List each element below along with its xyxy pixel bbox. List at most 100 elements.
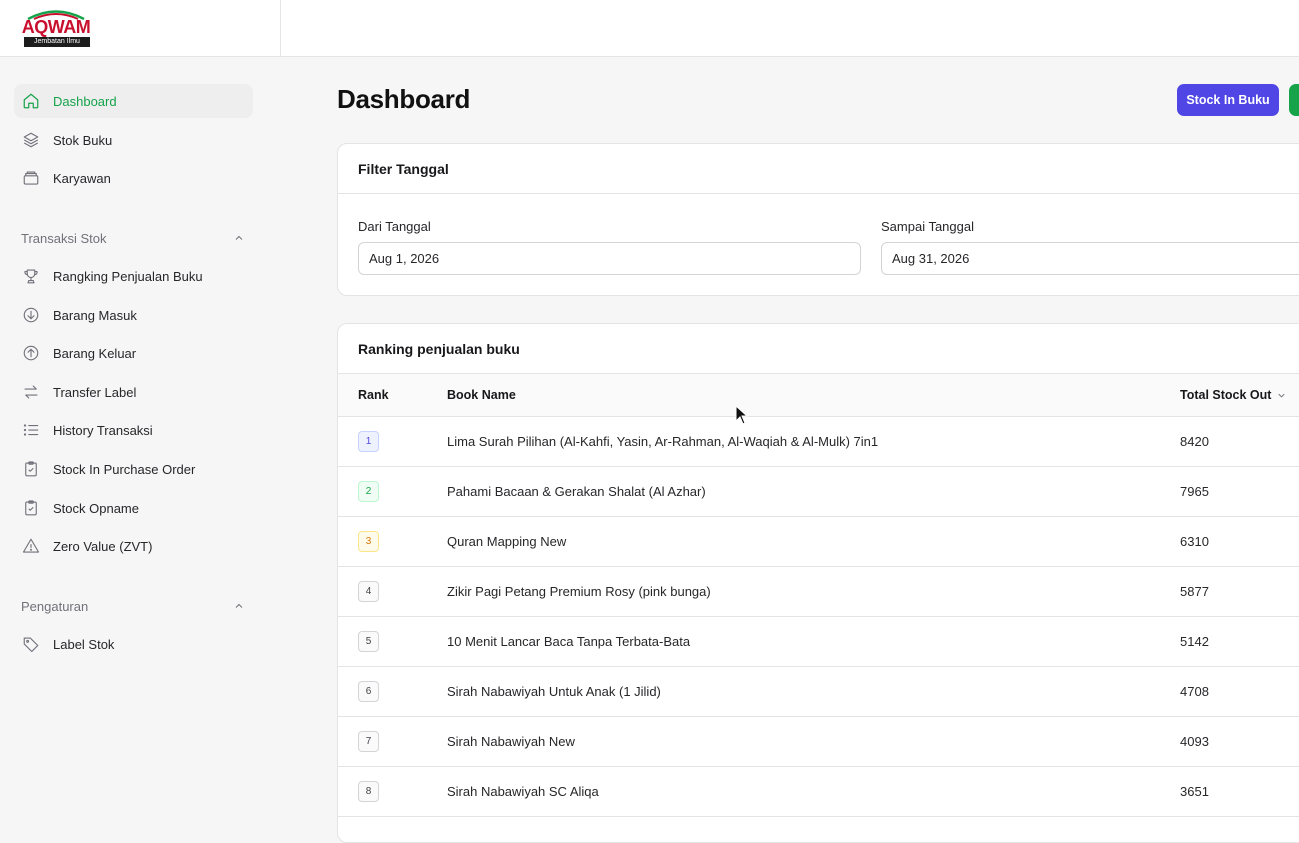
sidebar-item-label: Transfer Label <box>53 384 137 400</box>
from-date-input[interactable] <box>358 242 861 275</box>
layers-icon <box>22 131 40 149</box>
rank-badge: 1 <box>358 431 379 452</box>
total-stock-out-cell: 5877 <box>1180 584 1209 599</box>
sidebar-item-label: Karyawan <box>53 170 111 186</box>
tag-icon <box>22 635 40 653</box>
book-name-cell: Pahami Bacaan & Gerakan Shalat (Al Azhar… <box>447 484 706 499</box>
filter-card-title: Filter Tanggal <box>358 161 449 177</box>
stock-in-buku-button[interactable]: Stock In Buku <box>1177 84 1279 116</box>
table-row[interactable]: 6 Sirah Nabawiyah Untuk Anak (1 Jilid) 4… <box>338 667 1299 717</box>
sidebar-item-label: History Transaksi <box>53 422 153 438</box>
book-name-cell: Sirah Nabawiyah New <box>447 734 575 749</box>
page-title: Dashboard <box>337 84 471 114</box>
total-stock-out-cell: 6310 <box>1180 534 1209 549</box>
rank-badge: 3 <box>358 531 379 552</box>
total-stock-out-cell: 4708 <box>1180 684 1209 699</box>
section-pengaturan-toggle[interactable]: Pengaturan <box>21 596 245 616</box>
brand-area: AQWAM Jembatan Ilmu <box>0 0 281 56</box>
section-title: Transaksi Stok <box>21 230 107 246</box>
filter-card: Filter Tanggal Dari Tanggal Sampai Tangg… <box>337 143 1299 296</box>
sidebar-item-stock-in-purchase-order[interactable]: Stock In Purchase Order <box>14 452 253 486</box>
warning-icon <box>22 537 40 555</box>
column-header-rank: Rank <box>358 388 389 402</box>
sidebar: Dashboard Stok Buku Karyawan Transaksi S… <box>0 57 281 812</box>
chevron-down-icon <box>1278 393 1286 398</box>
ranking-card: Ranking penjualan buku Rank Book Name To… <box>337 323 1299 843</box>
book-name-cell: 10 Menit Lancar Baca Tanpa Terbata-Bata <box>447 634 691 649</box>
trophy-icon <box>22 267 40 285</box>
table-row[interactable]: 3 Quran Mapping New 6310 <box>338 517 1299 567</box>
divider <box>338 193 1299 194</box>
table-row[interactable]: 2 Pahami Bacaan & Gerakan Shalat (Al Azh… <box>338 467 1299 517</box>
total-stock-out-cell: 3651 <box>1180 784 1209 799</box>
to-date-label: Sampai Tanggal <box>881 219 974 234</box>
aqwam-logo[interactable]: AQWAM Jembatan Ilmu <box>20 8 92 48</box>
table-row[interactable]: 4 Zikir Pagi Petang Premium Rosy (pink b… <box>338 567 1299 617</box>
total-stock-out-cell: 8420 <box>1180 434 1209 449</box>
sidebar-item-label: Stock In Purchase Order <box>53 461 196 477</box>
main-content: Dashboard Stock In Buku Filter Tanggal D… <box>337 57 1299 843</box>
clipboard-check-icon <box>22 460 40 478</box>
arrows-exchange-icon <box>22 383 40 401</box>
rank-badge: 7 <box>358 731 379 752</box>
sidebar-item-label: Barang Keluar <box>53 345 137 361</box>
table-row[interactable]: 5 10 Menit Lancar Baca Tanpa Terbata-Bat… <box>338 617 1299 667</box>
book-name-cell: Lima Surah Pilihan (Al-Kahfi, Yasin, Ar-… <box>447 434 879 449</box>
sidebar-item-dashboard[interactable]: Dashboard <box>14 84 253 118</box>
sidebar-item-label: Rangking Penjualan Buku <box>53 268 203 284</box>
sidebar-item-transfer-label[interactable]: Transfer Label <box>14 375 253 409</box>
arrow-down-circle-icon <box>22 306 40 324</box>
arrow-up-circle-icon <box>22 344 40 362</box>
sidebar-item-history-transaksi[interactable]: History Transaksi <box>14 413 253 447</box>
sidebar-item-barang-keluar[interactable]: Barang Keluar <box>14 336 253 370</box>
chevron-up-icon <box>235 235 243 240</box>
chevron-up-icon <box>235 603 243 608</box>
logo-tagline: Jembatan Ilmu <box>24 37 90 47</box>
sidebar-item-barang-masuk[interactable]: Barang Masuk <box>14 298 253 332</box>
book-name-cell: Sirah Nabawiyah Untuk Anak (1 Jilid) <box>447 684 661 699</box>
ranking-card-title: Ranking penjualan buku <box>358 341 520 357</box>
to-date-input[interactable] <box>881 242 1299 275</box>
book-name-cell: Quran Mapping New <box>447 534 567 549</box>
column-header-book-name: Book Name <box>447 388 516 402</box>
sidebar-item-karyawan[interactable]: Karyawan <box>14 161 253 195</box>
sidebar-item-label: Label Stok <box>53 636 115 652</box>
book-name-cell: Zikir Pagi Petang Premium Rosy (pink bun… <box>447 584 711 599</box>
sidebar-item-label: Stock Opname <box>53 500 139 516</box>
sidebar-item-stok-buku[interactable]: Stok Buku <box>14 123 253 157</box>
section-title: Pengaturan <box>21 598 89 614</box>
home-icon <box>22 92 40 110</box>
column-header-label: Total Stock Out <box>1180 388 1272 402</box>
sidebar-item-zero-value[interactable]: Zero Value (ZVT) <box>14 529 253 563</box>
list-icon <box>22 421 40 439</box>
table-row[interactable]: 7 Sirah Nabawiyah New 4093 <box>338 717 1299 767</box>
column-header-total-stock-out[interactable]: Total Stock Out <box>1180 388 1287 402</box>
clipboard-check-icon <box>22 499 40 517</box>
sidebar-item-label: Zero Value (ZVT) <box>53 538 153 554</box>
sidebar-item-stock-opname[interactable]: Stock Opname <box>14 491 253 525</box>
sidebar-item-label-stok[interactable]: Label Stok <box>14 627 253 661</box>
total-stock-out-cell: 4093 <box>1180 734 1209 749</box>
section-transaksi-stok-toggle[interactable]: Transaksi Stok <box>21 228 245 248</box>
logo-text: AQWAM <box>21 17 91 37</box>
sidebar-item-label: Stok Buku <box>53 132 113 148</box>
book-name-cell: Sirah Nabawiyah SC Aliqa <box>447 784 599 799</box>
secondary-action-button[interactable] <box>1289 84 1299 116</box>
table-header: Rank Book Name Total Stock Out <box>338 373 1299 417</box>
rank-badge: 8 <box>358 781 379 802</box>
table-row[interactable]: 8 Sirah Nabawiyah SC Aliqa 3651 <box>338 767 1299 817</box>
total-stock-out-cell: 5142 <box>1180 634 1209 649</box>
rank-badge: 2 <box>358 481 379 502</box>
from-date-label: Dari Tanggal <box>358 219 431 234</box>
sidebar-item-label: Dashboard <box>53 93 117 109</box>
rank-badge: 4 <box>358 581 379 602</box>
top-bar: AQWAM Jembatan Ilmu <box>0 0 1299 57</box>
table-row[interactable]: 1 Lima Surah Pilihan (Al-Kahfi, Yasin, A… <box>338 417 1299 467</box>
rank-badge: 5 <box>358 631 379 652</box>
total-stock-out-cell: 7965 <box>1180 484 1209 499</box>
rank-badge: 6 <box>358 681 379 702</box>
archive-icon <box>22 169 40 187</box>
mouse-cursor-icon <box>735 405 749 425</box>
sidebar-item-label: Barang Masuk <box>53 307 137 323</box>
sidebar-item-rangking-penjualan-buku[interactable]: Rangking Penjualan Buku <box>14 259 253 293</box>
